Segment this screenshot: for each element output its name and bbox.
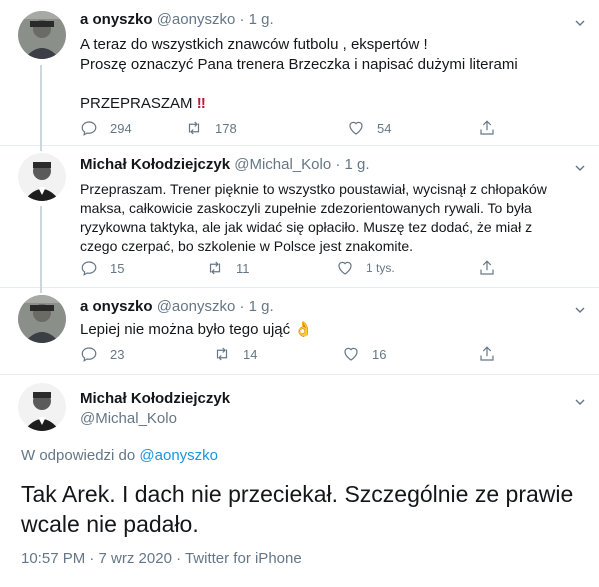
heart-icon (349, 121, 363, 135)
retweet-count: 11 (236, 260, 250, 276)
tweet-actions: 23 14 16 (80, 345, 500, 365)
retweet-icon (209, 261, 221, 275)
reply-count: 15 (110, 260, 125, 276)
double-exclamation-emoji: ‼ (196, 94, 206, 112)
separator: · (335, 156, 341, 173)
thread-line (40, 145, 42, 151)
heart-icon (344, 347, 358, 361)
share-icon (480, 346, 494, 361)
reply-count: 23 (110, 346, 125, 362)
reply-button[interactable]: 23 (80, 345, 124, 363)
thread-line (40, 206, 42, 287)
tweet-1[interactable]: a onyszko @aonyszko · 1 g. A teraz do ws… (0, 0, 599, 146)
share-button[interactable] (478, 259, 496, 277)
like-button[interactable]: 1 tys. (336, 259, 395, 277)
heart-icon (338, 261, 352, 275)
tweet-header: a onyszko @aonyszko · 1 g. (80, 298, 274, 315)
main-tweet: Michał Kołodziejczyk @Michal_Kolo W odpo… (0, 375, 599, 587)
retweet-icon (188, 121, 200, 135)
separator: · (239, 298, 245, 315)
like-button[interactable]: 54 (347, 119, 391, 137)
retweet-button[interactable]: 178 (185, 119, 237, 137)
chevron-down-icon[interactable] (575, 305, 585, 315)
chevron-down-icon[interactable] (575, 163, 585, 173)
tweet-text: A teraz do wszystkich znawców futbolu , … (80, 35, 518, 113)
text-line: Proszę oznaczyć Pana trenera Brzeczka i … (80, 55, 518, 73)
reply-prefix: W odpowiedzi do (21, 447, 136, 464)
text-line: Tak Arek. I dach nie przeciekał. Szczegó… (21, 481, 574, 507)
tweet-2[interactable]: Michał Kołodziejczyk @Michal_Kolo · 1 g.… (0, 145, 599, 288)
reply-icon (81, 121, 97, 136)
author-handle[interactable]: @Michal_Kolo (234, 156, 331, 173)
avatar[interactable] (18, 153, 66, 201)
retweet-button[interactable]: 11 (206, 259, 250, 277)
retweet-icon (216, 347, 228, 361)
like-button[interactable]: 16 (342, 345, 386, 363)
author-name[interactable]: Michał Kołodziejczyk (80, 156, 230, 173)
author-handle[interactable]: @Michal_Kolo (80, 409, 230, 429)
tweet-time[interactable]: 1 g. (249, 11, 274, 28)
text-span: Lepiej nie można było tego ująć (80, 321, 291, 338)
tweet-header: a onyszko @aonyszko · 1 g. (80, 11, 274, 28)
author-name[interactable]: Michał Kołodziejczyk (80, 389, 230, 409)
tweet-3[interactable]: a onyszko @aonyszko · 1 g. Lepiej nie mo… (0, 287, 599, 375)
tweet-text: Lepiej nie można było tego ująć 👌 (80, 320, 313, 340)
author-handle[interactable]: @aonyszko (157, 11, 236, 28)
text-line: czego czerpać, bo szkolenie w Polsce jes… (80, 238, 414, 254)
reply-handle-link[interactable]: @aonyszko (139, 447, 218, 464)
reply-count: 294 (110, 120, 132, 136)
reply-button[interactable]: 294 (80, 119, 132, 137)
chevron-down-icon[interactable] (575, 18, 585, 28)
text-line: A teraz do wszystkich znawców futbolu , … (80, 36, 428, 53)
thread-line (40, 287, 42, 293)
like-count: 16 (372, 346, 387, 362)
chevron-down-icon[interactable] (575, 397, 585, 407)
tweet-actions: 294 178 54 (80, 119, 500, 139)
like-count: 1 tys. (366, 261, 395, 275)
avatar[interactable] (18, 383, 66, 431)
separator: · (239, 11, 245, 28)
tweet-actions: 15 11 1 tys. (80, 259, 500, 279)
reply-icon (81, 347, 97, 362)
retweet-count: 178 (215, 120, 237, 136)
avatar[interactable] (18, 11, 66, 59)
tweet-text: Przepraszam. Trener pięknie to wszystko … (80, 180, 547, 256)
retweet-count: 14 (243, 346, 258, 362)
share-icon (480, 120, 494, 135)
tweet-text: Tak Arek. I dach nie przeciekał. Szczegó… (21, 479, 573, 539)
tweet-timestamp[interactable]: 10:57 PM · 7 wrz 2020 · Twitter for iPho… (21, 550, 302, 567)
text-line: Przepraszam. Trener pięknie to wszystko … (80, 181, 547, 197)
text-span: PRZEPRASZAM (80, 94, 193, 112)
reply-context: W odpowiedzi do @aonyszko (21, 447, 218, 464)
author-block: Michał Kołodziejczyk @Michal_Kolo (80, 389, 230, 429)
text-line: ryzykowna taktyka, ale jak widać się opł… (80, 219, 533, 235)
author-name[interactable]: a onyszko (80, 11, 153, 28)
share-button[interactable] (478, 345, 496, 363)
tweet-header: Michał Kołodziejczyk @Michal_Kolo · 1 g. (80, 156, 370, 173)
avatar[interactable] (18, 295, 66, 343)
share-icon (480, 260, 494, 275)
tweet-time[interactable]: 1 g. (249, 298, 274, 315)
like-count: 54 (377, 120, 392, 136)
tweet-time[interactable]: 1 g. (345, 156, 370, 173)
author-name[interactable]: a onyszko (80, 298, 153, 315)
text-line: maksa, całkowicie zaskoczyli zupełnie zd… (80, 200, 532, 216)
author-handle[interactable]: @aonyszko (157, 298, 236, 315)
share-button[interactable] (478, 119, 496, 137)
thread-line (40, 65, 42, 145)
text-line: wcale nie padało. (21, 511, 199, 537)
ok-hand-emoji: 👌 (294, 321, 313, 338)
text-line: PRZEPRASZAM ‼ (80, 94, 518, 114)
retweet-button[interactable]: 14 (213, 345, 257, 363)
reply-icon (81, 261, 97, 276)
text-line (80, 74, 518, 94)
reply-button[interactable]: 15 (80, 259, 124, 277)
